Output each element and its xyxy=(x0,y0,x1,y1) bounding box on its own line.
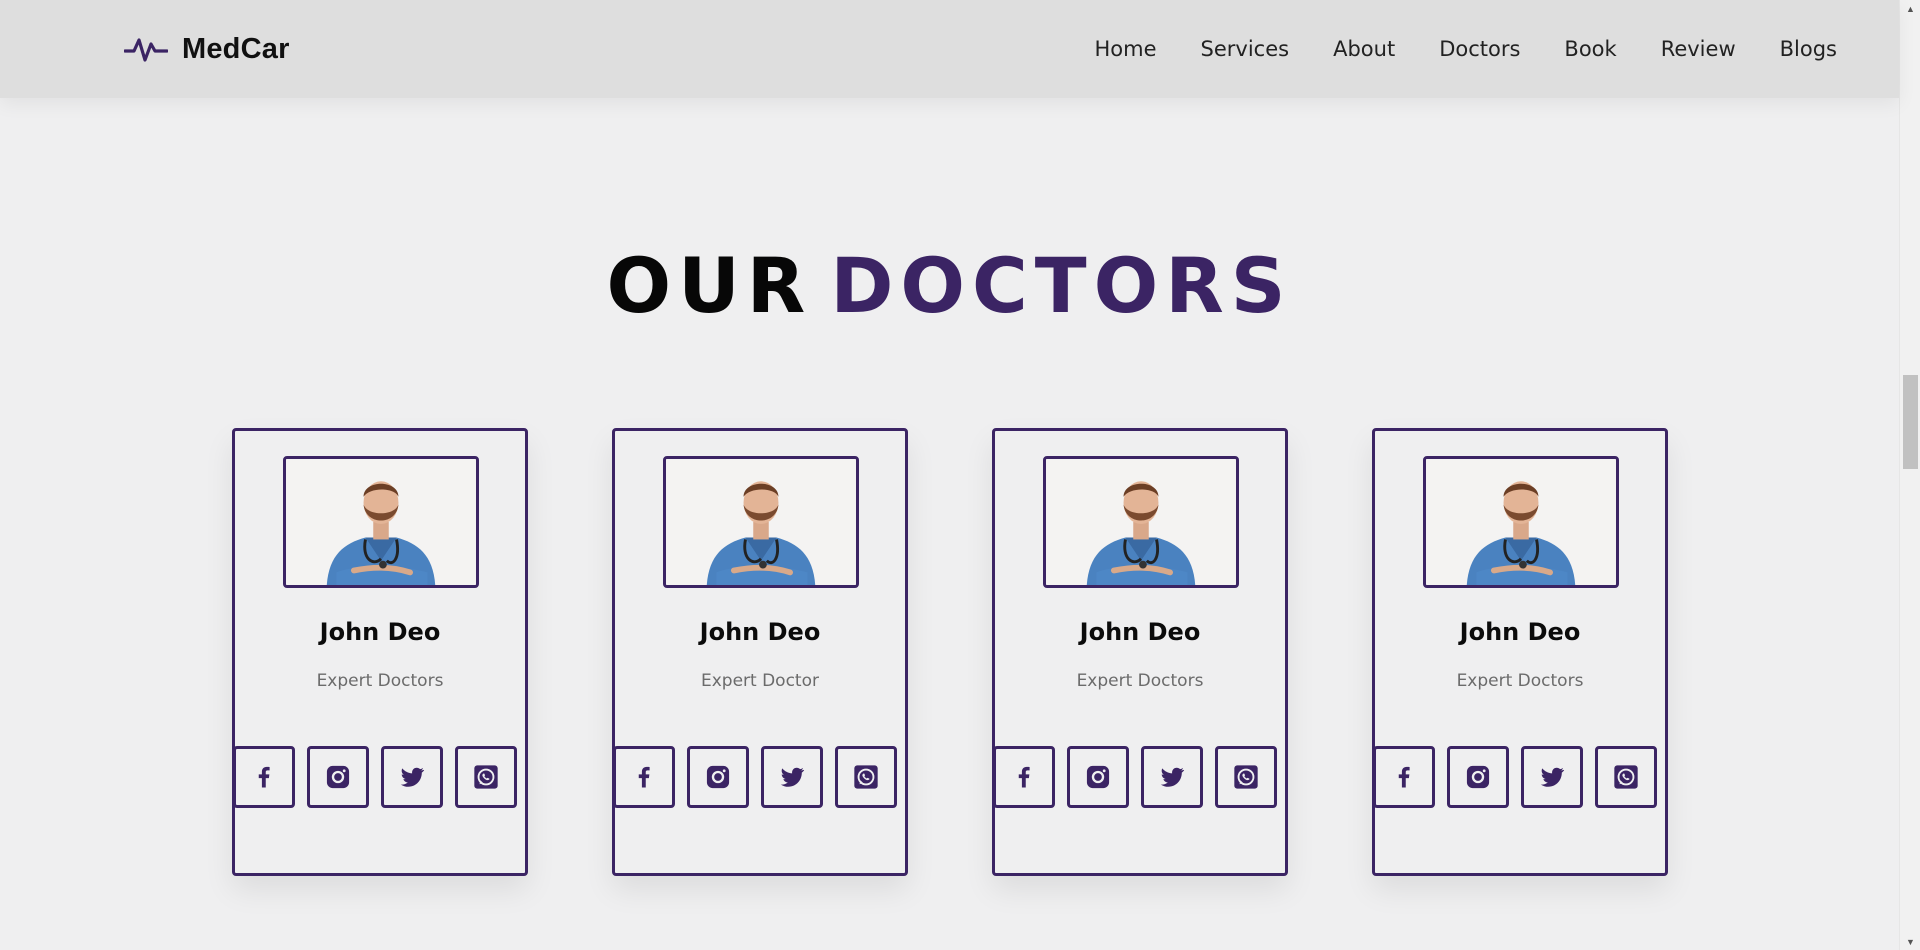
doctor-name: John Deo xyxy=(1079,618,1201,646)
facebook-button[interactable] xyxy=(233,746,295,808)
title-word-doctors: DOCTORS xyxy=(830,241,1293,330)
section-title: OUR DOCTORS xyxy=(0,248,1899,324)
instagram-button[interactable] xyxy=(1447,746,1509,808)
twitter-icon xyxy=(780,767,805,787)
facebook-button[interactable] xyxy=(1373,746,1435,808)
whatsapp-icon xyxy=(1234,765,1258,789)
doctor-photo xyxy=(283,456,479,588)
doctor-card: John Deo Expert Doctors xyxy=(992,428,1288,876)
facebook-button[interactable] xyxy=(613,746,675,808)
doctor-portrait-image xyxy=(1046,459,1236,585)
instagram-icon xyxy=(1466,765,1490,789)
whatsapp-button[interactable] xyxy=(1215,746,1277,808)
nav-blogs[interactable]: Blogs xyxy=(1780,37,1837,61)
nav-doctors[interactable]: Doctors xyxy=(1439,37,1520,61)
doctor-card: John Deo Expert Doctors xyxy=(1372,428,1668,876)
nav-home[interactable]: Home xyxy=(1095,37,1157,61)
nav-services[interactable]: Services xyxy=(1201,37,1290,61)
doctor-card: John Deo Expert Doctors xyxy=(232,428,528,876)
pulse-icon xyxy=(124,38,168,62)
twitter-icon xyxy=(1540,767,1565,787)
social-links xyxy=(613,746,897,808)
instagram-button[interactable] xyxy=(1067,746,1129,808)
scroll-down-arrow-icon[interactable]: ▼ xyxy=(1900,933,1920,950)
twitter-button[interactable] xyxy=(761,746,823,808)
doctor-photo xyxy=(1043,456,1239,588)
instagram-icon xyxy=(706,765,730,789)
doctor-name: John Deo xyxy=(1459,618,1581,646)
doctor-photo xyxy=(1423,456,1619,588)
instagram-icon xyxy=(1086,765,1110,789)
facebook-icon xyxy=(1018,766,1030,788)
doctor-role: Expert Doctor xyxy=(700,671,819,691)
twitter-button[interactable] xyxy=(1141,746,1203,808)
facebook-icon xyxy=(1398,766,1410,788)
twitter-icon xyxy=(1160,767,1185,787)
doctor-photo xyxy=(663,456,859,588)
doctor-card: John Deo Expert Doctor xyxy=(612,428,908,876)
main-nav: Home Services About Doctors Book Review … xyxy=(1095,37,1837,61)
doctor-name: John Deo xyxy=(699,618,821,646)
facebook-icon xyxy=(638,766,650,788)
whatsapp-button[interactable] xyxy=(835,746,897,808)
doctor-portrait-image xyxy=(1426,459,1616,585)
instagram-button[interactable] xyxy=(687,746,749,808)
doctor-role: Expert Doctors xyxy=(1456,671,1584,691)
whatsapp-icon xyxy=(474,765,498,789)
whatsapp-icon xyxy=(854,765,878,789)
whatsapp-button[interactable] xyxy=(455,746,517,808)
nav-review[interactable]: Review xyxy=(1661,37,1736,61)
social-links xyxy=(233,746,517,808)
twitter-button[interactable] xyxy=(1521,746,1583,808)
nav-about[interactable]: About xyxy=(1333,37,1395,61)
instagram-icon xyxy=(326,765,350,789)
twitter-icon xyxy=(400,767,425,787)
scrollbar-thumb[interactable] xyxy=(1903,375,1918,469)
doctor-portrait-image xyxy=(666,459,856,585)
scroll-up-arrow-icon[interactable]: ▲ xyxy=(1900,0,1920,17)
facebook-icon xyxy=(258,766,270,788)
page-scrollbar[interactable]: ▲ ▼ xyxy=(1899,0,1920,950)
doctor-role: Expert Doctors xyxy=(316,671,444,691)
brand-logo[interactable]: MedCar xyxy=(124,33,290,66)
title-word-our: OUR xyxy=(606,241,813,330)
whatsapp-button[interactable] xyxy=(1595,746,1657,808)
whatsapp-icon xyxy=(1614,765,1638,789)
doctor-role: Expert Doctors xyxy=(1076,671,1204,691)
site-header: MedCar Home Services About Doctors Book … xyxy=(0,0,1899,98)
nav-book[interactable]: Book xyxy=(1564,37,1616,61)
doctor-cards: John Deo Expert Doctors John Deo Expert … xyxy=(232,428,1668,876)
doctor-name: John Deo xyxy=(319,618,441,646)
twitter-button[interactable] xyxy=(381,746,443,808)
social-links xyxy=(993,746,1277,808)
doctor-portrait-image xyxy=(286,459,476,585)
social-links xyxy=(1373,746,1657,808)
instagram-button[interactable] xyxy=(307,746,369,808)
brand-name: MedCar xyxy=(182,32,290,65)
facebook-button[interactable] xyxy=(993,746,1055,808)
